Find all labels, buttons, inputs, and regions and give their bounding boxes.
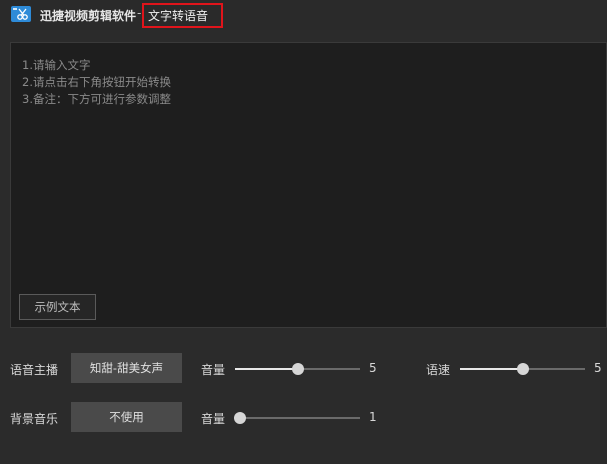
volume-value: 5 <box>369 361 377 375</box>
voice-select-button[interactable]: 知甜-甜美女声 <box>71 353 182 383</box>
app-logo-icon <box>11 6 31 22</box>
voice-label: 语音主播 <box>10 363 59 377</box>
volume-label: 音量 <box>201 363 226 377</box>
speed-value: 5 <box>594 361 602 375</box>
speed-slider-fill <box>460 368 523 370</box>
volume-slider-thumb[interactable] <box>291 363 304 375</box>
hint-line-1: 1.请输入文字 <box>22 58 91 72</box>
text-input-area[interactable]: 1.请输入文字 2.请点击右下角按钮开始转换 3.备注：下方可进行参数调整 示例… <box>10 42 607 328</box>
volume-slider-fill <box>235 368 298 370</box>
title-separator: - <box>137 6 142 20</box>
example-text-button[interactable]: 示例文本 <box>19 294 96 320</box>
bgm-select-button[interactable]: 不使用 <box>71 402 182 432</box>
volume-slider[interactable] <box>235 363 360 375</box>
speed-label: 语速 <box>426 363 451 377</box>
hint-line-3: 3.备注：下方可进行参数调整 <box>22 92 171 106</box>
bgm-volume-slider-thumb[interactable] <box>234 412 246 424</box>
bgm-volume-value: 1 <box>369 410 377 424</box>
title-bar: 迅捷视频剪辑软件 - 文字转语音 <box>0 0 607 30</box>
bgm-label: 背景音乐 <box>10 412 59 426</box>
hint-line-2: 2.请点击右下角按钮开始转换 <box>22 75 171 89</box>
speed-slider[interactable] <box>460 363 585 375</box>
speed-slider-thumb[interactable] <box>516 363 529 375</box>
bgm-volume-label: 音量 <box>201 412 226 426</box>
page-title: 文字转语音 <box>148 9 209 23</box>
bgm-volume-slider[interactable] <box>234 412 360 424</box>
app-name: 迅捷视频剪辑软件 <box>40 9 137 23</box>
app-window: 迅捷视频剪辑软件 - 文字转语音 1.请输入文字 2.请点击右下角按钮开始转换 … <box>0 0 607 464</box>
